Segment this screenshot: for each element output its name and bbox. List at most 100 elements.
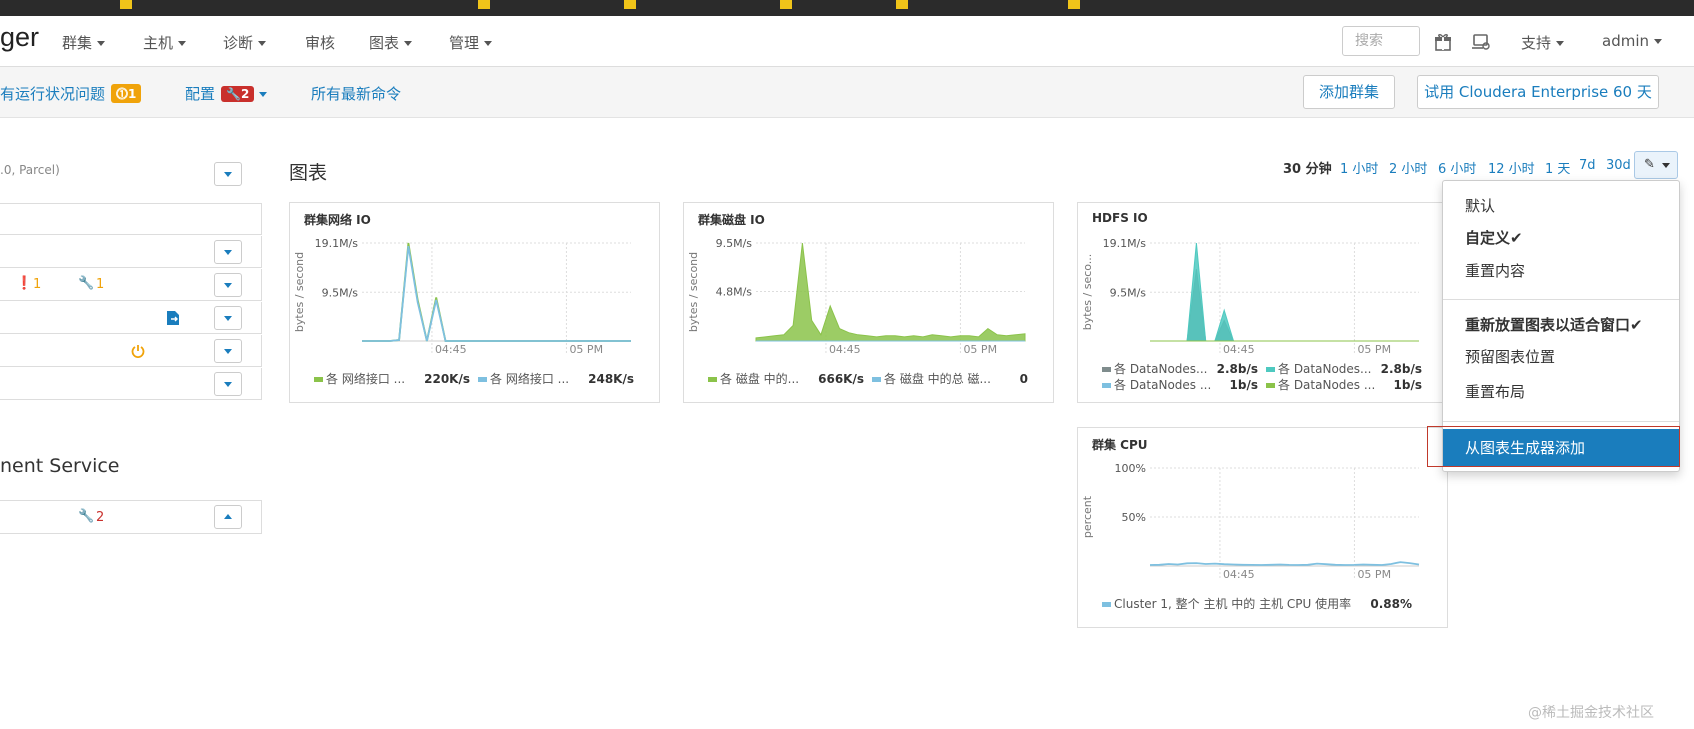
service-actions-dropdown[interactable] [214,273,242,297]
y-tick-label: 19.1M/s [315,237,359,250]
gift-icon[interactable] [1434,33,1452,51]
chart-plot: percent 100% 50% 04:45 05 PM Cluster 1, 整个 主机… [1081,462,1420,611]
x-tick-label: 05 PM [1357,568,1391,581]
nav-hosts[interactable]: 主机 [143,32,187,53]
wrench-icon: 🔧 [226,87,241,101]
restart-needed-icon[interactable] [131,344,145,358]
chart-plot: bytes / second 9.5M/s 4.8M/s 04:45 05 PM 各 磁盘… [687,237,1028,386]
search-input[interactable]: 搜索 [1342,26,1420,56]
legend-label: Cluster 1, 整个 主机 中的 主机 CPU 使用率 [1114,596,1351,611]
chevron-down-icon [1654,39,1662,44]
check-icon: ✔ [1630,316,1643,334]
management-service-title: nent Service [0,455,120,477]
chevron-down-icon [224,316,232,321]
chart-card-cluster-cpu[interactable]: 群集 CPU percent 100% 50% 04:45 05 PM Cluster 1… [1077,427,1448,628]
chevron-down-icon [404,41,413,46]
folder-icon [1068,0,1080,9]
legend-swatch [314,377,323,382]
menu-item-reset-layout[interactable]: 重置布局 [1465,381,1525,402]
menu-item-reset-content[interactable]: 重置内容 [1465,260,1525,281]
menu-item-custom[interactable]: 自定义✔ [1465,227,1523,248]
time-range-2h[interactable]: 2 小时 [1389,158,1427,177]
chart-settings-button[interactable]: ✎ [1634,151,1678,179]
legend-swatch [1266,367,1275,372]
check-icon: ✔ [1510,229,1523,247]
nav-diagnostics[interactable]: 诊断 [223,32,267,53]
x-tick-label: 05 PM [963,343,997,356]
list-item [0,335,262,367]
brand-logo[interactable]: ger [0,22,39,53]
chevron-down-icon [1662,163,1670,168]
time-range-7d[interactable]: 7d [1579,158,1596,173]
health-issues-link[interactable]: 有运行状况问题 ⓵1 [0,83,142,104]
config-issues-badge: 🔧2 [221,86,255,102]
nav-clusters[interactable]: 群集 [62,32,106,53]
add-cluster-button[interactable]: 添加群集 [1303,75,1395,109]
browser-tab-strip [0,0,1694,16]
x-tick-label: 05 PM [569,343,603,356]
chevron-down-icon [1556,41,1565,46]
chevron-down-icon [258,41,267,46]
legend-swatch [1102,367,1111,372]
service-actions-dropdown[interactable] [214,372,242,396]
legend-value: 2.8b/s [1217,362,1258,376]
charts-title: 图表 [289,162,328,184]
x-tick-label: 04:45 [1223,568,1255,581]
warning-icon: ❗ [16,276,33,291]
main-navbar: ger 群集 主机 诊断 审核 图表 管理 搜索 支持 admin [0,16,1694,67]
y-axis-label: bytes / second [687,252,700,332]
chart-card-disk-io[interactable]: 群集磁盘 IO bytes / second 9.5M/s 4.8M/s 04:45 0… [683,202,1054,403]
service-actions-dropdown[interactable] [214,306,242,330]
folder-icon [478,0,490,9]
config-issues-link[interactable]: 配置 🔧2 [185,83,268,104]
nav-user-menu[interactable]: admin [1602,32,1662,50]
trial-enterprise-button[interactable]: 试用 Cloudera Enterprise 60 天 [1417,75,1659,109]
menu-item-default[interactable]: 默认 [1465,195,1495,216]
service-actions-collapse[interactable] [214,505,242,529]
series-area [755,242,1026,342]
legend-swatch [478,377,487,382]
legend-value: 248K/s [588,372,634,386]
time-range-30m[interactable]: 30 分钟 [1283,158,1332,177]
nav-audit[interactable]: 审核 [305,32,335,53]
menu-item-fit-window[interactable]: 重新放置图表以适合窗口✔ [1465,314,1643,335]
legend-swatch [872,377,881,382]
nav-charts[interactable]: 图表 [369,32,413,53]
chart-card-hdfs-io[interactable]: HDFS IO bytes / seco... 19.1M/s 9.5M/s 04:4… [1077,202,1448,403]
nav-support[interactable]: 支持 [1521,32,1565,53]
chevron-down-icon [484,41,493,46]
chart-card-network-io[interactable]: 群集网络 IO bytes / second 19.1M/s 9.5M/s 04:45… [289,202,660,403]
wrench-count: 2 [96,510,105,525]
running-commands-icon[interactable] [1471,33,1491,51]
legend-value: 0 [1020,372,1028,386]
nav-admin[interactable]: 管理 [449,32,493,53]
legend-label: 各 DataNodes... [1114,361,1207,376]
menu-item-reserve-positions[interactable]: 预留图表位置 [1465,346,1555,367]
service-actions-dropdown[interactable] [214,339,242,363]
deploy-config-icon[interactable] [166,310,180,326]
time-range-6h[interactable]: 6 小时 [1438,158,1476,177]
time-range-1d[interactable]: 1 天 [1545,158,1570,177]
chevron-up-icon [224,514,232,519]
legend-swatch [1266,383,1275,388]
legend-value: 220K/s [424,372,470,386]
wrench-icon: 🔧 [78,276,95,291]
watermark: @稀土掘金技术社区 [1528,705,1654,721]
legend-value: 0.88% [1370,597,1412,611]
time-range-30d[interactable]: 30d [1606,158,1631,173]
wrench-count: 1 [96,277,105,292]
legend-swatch [1102,383,1111,388]
legend-value: 1b/s [1394,378,1422,392]
y-tick-label: 9.5M/s [716,237,753,250]
list-item [0,368,262,400]
wrench-icon: 🔧 [78,509,95,524]
cluster-actions-dropdown[interactable] [214,162,242,186]
time-range-12h[interactable]: 12 小时 [1488,158,1535,177]
recent-commands-link[interactable]: 所有最新命令 [311,83,401,104]
time-range-1h[interactable]: 1 小时 [1340,158,1378,177]
chevron-down-icon [224,349,232,354]
legend-label: 各 DataNodes ... [1114,377,1211,392]
legend-label: 各 磁盘 中的总 磁... [884,371,991,386]
service-actions-dropdown[interactable] [214,240,242,264]
legend-value: 666K/s [818,372,864,386]
